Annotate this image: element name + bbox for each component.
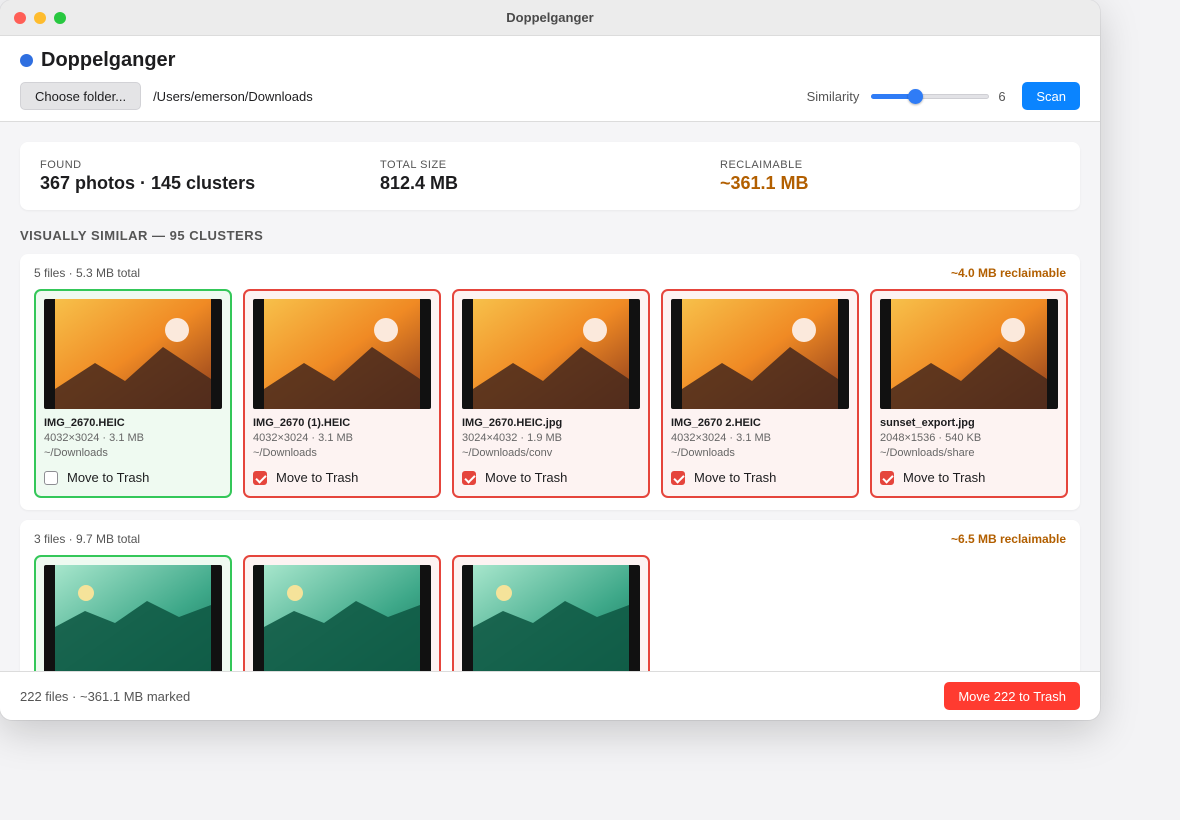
cluster-cards: IMG_2670.HEIC 4032×3024 · 3.1 MB ~/Downloa… xyxy=(34,289,1068,498)
move-to-trash-toggle[interactable]: Move to Trash xyxy=(880,470,1058,485)
photo-card-marked[interactable] xyxy=(243,555,441,671)
cluster-group: 5 files · 5.3 MB total ~4.0 MB reclaimabl… xyxy=(20,254,1080,510)
checkbox-checked-icon[interactable] xyxy=(462,470,476,485)
move-to-trash-label[interactable]: Move to Trash xyxy=(694,470,776,485)
stat-found-label: FOUND xyxy=(40,159,82,171)
move-to-trash-label[interactable]: Move to Trash xyxy=(276,470,358,485)
photo-card-keep[interactable] xyxy=(34,555,232,671)
results-scroll-area[interactable]: FOUND 367 photos · 145 clusters TOTAL SI… xyxy=(0,122,1100,671)
move-to-trash-toggle[interactable]: Move to Trash xyxy=(671,470,849,485)
move-to-trash-label[interactable]: Move to Trash xyxy=(67,470,149,485)
cluster-info: 5 files · 5.3 MB total xyxy=(34,266,141,280)
cluster-header: 5 files · 5.3 MB total ~4.0 MB reclaimabl… xyxy=(34,266,1066,284)
move-to-trash-toggle[interactable]: Move to Trash xyxy=(253,470,431,485)
photo-card-marked[interactable] xyxy=(452,555,650,671)
photo-thumbnail[interactable] xyxy=(671,299,849,409)
cluster-group: 3 files · 9.7 MB total ~6.5 MB reclaimabl… xyxy=(20,520,1080,671)
photo-card-marked[interactable]: sunset_export.jpg 2048×1536 · 540 KB ~/Dow… xyxy=(870,289,1068,498)
window-title: Doppelganger xyxy=(506,10,594,25)
stat-reclaim-label: RECLAIMABLE xyxy=(720,159,803,171)
zoom-window-button[interactable] xyxy=(54,12,66,24)
photo-thumbnail[interactable] xyxy=(44,565,222,671)
photo-card-marked[interactable]: IMG_2670 (1).HEIC 4032×3024 · 3.1 MB ~/Dow… xyxy=(243,289,441,498)
stat-total-size: TOTAL SIZE 812.4 MB xyxy=(380,142,720,210)
header: Doppelganger Choose folder... /Users/eme… xyxy=(0,36,1100,122)
photo-thumbnail[interactable] xyxy=(44,299,222,409)
file-path: ~/Downloads xyxy=(671,447,735,459)
summary-panel: FOUND 367 photos · 145 clusters TOTAL SI… xyxy=(20,142,1080,210)
cluster-cards xyxy=(34,555,1066,671)
file-name: IMG_2670 2.HEIC xyxy=(671,417,761,429)
slider-thumb[interactable] xyxy=(908,89,924,104)
cluster-list: 5 files · 5.3 MB total ~4.0 MB reclaimabl… xyxy=(20,254,1080,671)
stat-found-value: 367 photos · 145 clusters xyxy=(40,173,256,193)
similarity-label: Similarity xyxy=(806,88,860,104)
file-name: IMG_2670.HEIC.jpg xyxy=(462,417,563,429)
file-meta: 4032×3024 · 3.1 MB xyxy=(44,432,144,444)
file-name: IMG_2670 (1).HEIC xyxy=(253,417,351,429)
window-controls xyxy=(14,12,66,24)
checkbox-checked-icon[interactable] xyxy=(671,470,685,485)
stat-size-value: 812.4 MB xyxy=(380,173,459,193)
stat-reclaimable: RECLAIMABLE ~361.1 MB xyxy=(720,142,1060,210)
toolbar: Choose folder... /Users/emerson/Download… xyxy=(20,82,1080,110)
move-to-trash-label[interactable]: Move to Trash xyxy=(485,470,567,485)
file-name: IMG_2670.HEIC xyxy=(44,417,125,429)
file-meta: 4032×3024 · 3.1 MB xyxy=(253,432,353,444)
footer-status: 222 files · ~361.1 MB marked xyxy=(20,688,191,704)
cluster-header: 3 files · 9.7 MB total ~6.5 MB reclaimabl… xyxy=(34,532,1066,550)
photo-card-marked[interactable]: IMG_2670 2.HEIC 4032×3024 · 3.1 MB ~/Downl… xyxy=(661,289,859,498)
choose-folder-button[interactable]: Choose folder... xyxy=(20,82,142,110)
minimize-window-button[interactable] xyxy=(34,12,46,24)
app-logo-dot-icon xyxy=(20,53,33,67)
footer-bar: 222 files · ~361.1 MB marked Move 222 to… xyxy=(0,671,1100,720)
photo-thumbnail[interactable] xyxy=(880,299,1058,409)
stat-reclaim-value: ~361.1 MB xyxy=(720,173,809,193)
title-bar[interactable]: Doppelganger xyxy=(0,0,1100,36)
photo-thumbnail[interactable] xyxy=(253,565,431,671)
app-window: Doppelganger Doppelganger Choose folder.… xyxy=(0,0,1100,720)
photo-card-keep[interactable]: IMG_2670.HEIC 4032×3024 · 3.1 MB ~/Downloa… xyxy=(34,289,232,498)
checkbox-unchecked-icon[interactable] xyxy=(44,470,58,485)
file-path: ~/Downloads/share xyxy=(880,447,975,459)
similarity-slider[interactable] xyxy=(871,88,990,104)
photo-thumbnail[interactable] xyxy=(253,299,431,409)
file-path: ~/Downloads xyxy=(253,447,317,459)
file-path: ~/Downloads/conv xyxy=(462,447,553,459)
move-to-trash-toggle[interactable]: Move to Trash xyxy=(462,470,640,485)
file-meta: 3024×4032 · 1.9 MB xyxy=(462,432,562,444)
slider-fill xyxy=(871,94,914,99)
file-meta: 4032×3024 · 3.1 MB xyxy=(671,432,771,444)
app-title: Doppelganger xyxy=(41,48,176,71)
stat-found: FOUND 367 photos · 145 clusters xyxy=(40,142,380,210)
app-title-row: Doppelganger xyxy=(20,48,1080,72)
file-meta: 2048×1536 · 540 KB xyxy=(880,432,982,444)
similarity-value: 6 xyxy=(998,88,1006,104)
cluster-reclaimable: ~4.0 MB reclaimable xyxy=(950,266,1066,280)
file-name: sunset_export.jpg xyxy=(880,417,975,429)
move-to-trash-button[interactable]: Move 222 to Trash xyxy=(944,682,1080,710)
cluster-reclaimable: ~6.5 MB reclaimable xyxy=(950,532,1066,546)
stat-size-label: TOTAL SIZE xyxy=(380,159,447,171)
photo-thumbnail[interactable] xyxy=(462,299,640,409)
cluster-info: 3 files · 9.7 MB total xyxy=(34,532,141,546)
close-window-button[interactable] xyxy=(14,12,26,24)
photo-card-marked[interactable]: IMG_2670.HEIC.jpg 3024×4032 · 1.9 MB ~/Dow… xyxy=(452,289,650,498)
folder-path: /Users/emerson/Downloads xyxy=(153,88,313,104)
scan-button[interactable]: Scan xyxy=(1022,82,1080,110)
move-to-trash-toggle[interactable]: Move to Trash xyxy=(44,470,222,485)
checkbox-checked-icon[interactable] xyxy=(880,470,894,485)
file-path: ~/Downloads xyxy=(44,447,108,459)
section-title: VISUALLY SIMILAR — 95 CLUSTERS xyxy=(20,228,264,243)
move-to-trash-label[interactable]: Move to Trash xyxy=(903,470,985,485)
photo-thumbnail[interactable] xyxy=(462,565,640,671)
checkbox-checked-icon[interactable] xyxy=(253,470,267,485)
